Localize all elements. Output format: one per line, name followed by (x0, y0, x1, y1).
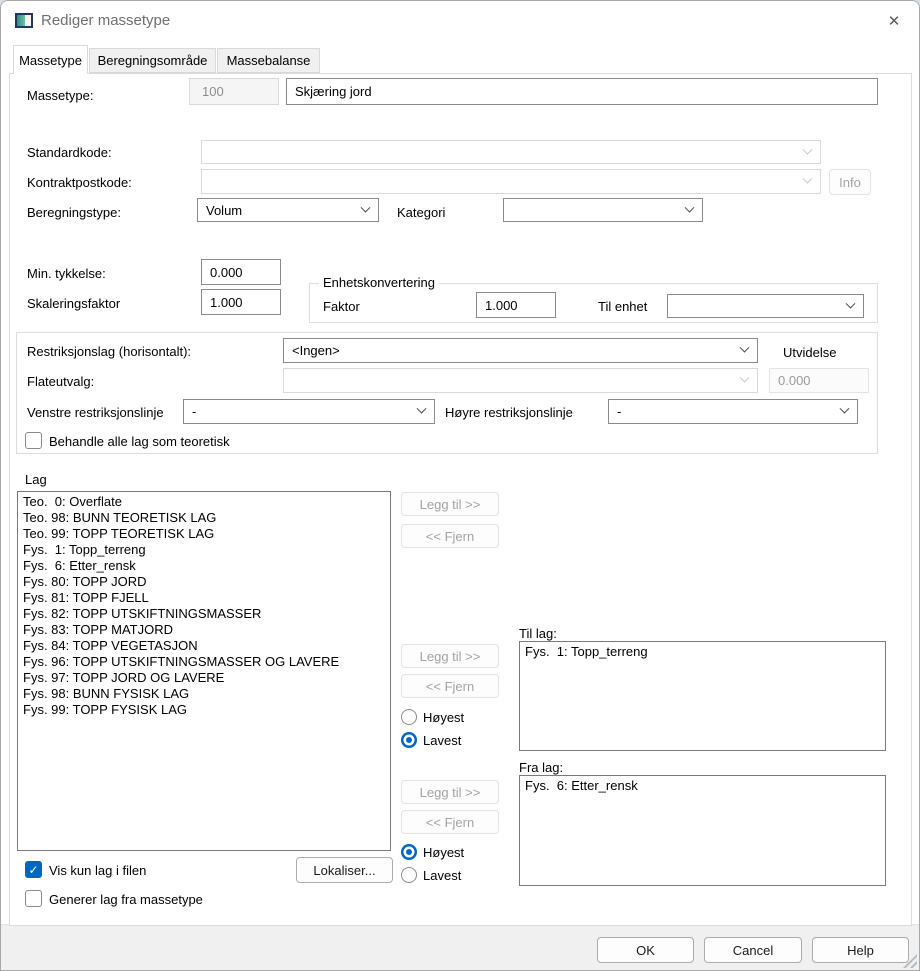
til-enhet-label: Til enhet (598, 299, 647, 315)
list-item[interactable]: Fys. 83: TOPP MATJORD (18, 622, 390, 638)
list-item[interactable]: Fys. 84: TOPP VEGETASJON (18, 638, 390, 654)
tab-beregningsomrade[interactable]: Beregningsområde (89, 48, 216, 73)
generer-lag-checkbox[interactable] (25, 890, 42, 907)
list-item[interactable]: Fys. 1: Topp_terreng (520, 644, 885, 660)
massetype-name-field[interactable]: Skjæring jord (286, 78, 878, 105)
tab-massetype[interactable]: Massetype (13, 45, 88, 74)
list-item[interactable]: Teo. 98: BUNN TEORETISK LAG (18, 510, 390, 526)
chevron-down-icon (685, 202, 695, 212)
vis-kun-lag-checkbox[interactable]: ✓ (25, 861, 42, 878)
legg-til-button-fralag: Legg til >> (401, 780, 499, 804)
list-item[interactable]: Fys. 99: TOPP FYSISK LAG (18, 702, 390, 718)
list-item[interactable]: Teo. 0: Overflate (18, 494, 390, 510)
massetype-code-field: 100 (189, 78, 279, 105)
list-item[interactable]: Fys. 82: TOPP UTSKIFTNINGSMASSER (18, 606, 390, 622)
chevron-down-icon (361, 202, 371, 212)
beregningstype-label: Beregningstype: (27, 205, 121, 221)
fjern-button-fralag: << Fjern (401, 810, 499, 834)
chevron-down-icon (740, 373, 750, 383)
list-item[interactable]: Fys. 6: Etter_rensk (18, 558, 390, 574)
fralag-lavest-label[interactable]: Lavest (423, 868, 461, 884)
faktor-field[interactable]: 1.000 (476, 292, 556, 318)
standardkode-label: Standardkode: (27, 145, 112, 161)
close-icon[interactable]: ✕ (877, 7, 911, 35)
skaleringsfaktor-field[interactable]: 1.000 (201, 289, 281, 315)
lag-title: Lag (25, 472, 47, 488)
til-lag-label: Til lag: (519, 626, 557, 642)
venstre-restriksjonslinje-combo[interactable]: - (183, 399, 435, 424)
list-item[interactable]: Fys. 6: Etter_rensk (520, 778, 885, 794)
kategori-combo[interactable] (503, 198, 703, 222)
min-tykkelse-field[interactable]: 0.000 (201, 259, 281, 285)
til-lag-listbox[interactable]: Fys. 1: Topp_terreng (519, 641, 886, 751)
info-button: Info (829, 169, 871, 195)
tillag-lavest-label[interactable]: Lavest (423, 733, 461, 749)
tab-massebalanse[interactable]: Massebalanse (217, 48, 320, 73)
list-item[interactable]: Fys. 1: Topp_terreng (18, 542, 390, 558)
hoyre-restriksjonslinje-combo[interactable]: - (608, 399, 858, 424)
chevron-down-icon (740, 343, 750, 353)
kontraktpostkode-label: Kontraktpostkode: (27, 175, 132, 191)
hoyre-restriksjonslinje-label: Høyre restriksjonslinje (445, 405, 573, 421)
fjern-button-top: << Fjern (401, 524, 499, 548)
behandle-teoretisk-label[interactable]: Behandle alle lag som teoretisk (49, 434, 230, 450)
chevron-down-icon (803, 144, 813, 154)
dialog-title: Rediger massetype (41, 1, 170, 41)
vis-kun-lag-label[interactable]: Vis kun lag i filen (49, 863, 146, 879)
chevron-down-icon (417, 404, 427, 414)
venstre-restriksjonslinje-value: - (192, 404, 196, 419)
lokaliser-button[interactable]: Lokaliser... (296, 857, 393, 883)
beregningstype-combo[interactable]: Volum (197, 198, 379, 222)
list-item[interactable]: Fys. 80: TOPP JORD (18, 574, 390, 590)
lag-listbox[interactable]: Teo. 0: OverflateTeo. 98: BUNN TEORETISK… (17, 491, 391, 851)
flateutvalg-combo (283, 368, 758, 393)
tillag-lavest-radio[interactable] (401, 732, 417, 748)
list-item[interactable]: Teo. 99: TOPP TEORETISK LAG (18, 526, 390, 542)
fralag-lavest-radio[interactable] (401, 867, 417, 883)
utvidelse-field: 0.000 (769, 368, 869, 393)
ok-button[interactable]: OK (597, 937, 694, 963)
check-icon: ✓ (28, 863, 38, 877)
generer-lag-label[interactable]: Generer lag fra massetype (49, 892, 203, 908)
edit-massetype-dialog: Rediger massetype ✕ Massetype Beregnings… (0, 0, 920, 971)
min-tykkelse-label: Min. tykkelse: (27, 266, 106, 282)
behandle-teoretisk-checkbox[interactable] (25, 432, 42, 449)
flateutvalg-label: Flateutvalg: (27, 374, 94, 390)
chevron-down-icon (803, 174, 813, 184)
fralag-hoyest-label[interactable]: Høyest (423, 845, 464, 861)
fra-lag-listbox[interactable]: Fys. 6: Etter_rensk (519, 775, 886, 886)
massetype-label: Massetype: (27, 88, 93, 104)
tillag-hoyest-radio[interactable] (401, 709, 417, 725)
title-bar: Rediger massetype ✕ (1, 1, 919, 41)
chevron-down-icon (840, 404, 850, 414)
list-item[interactable]: Fys. 97: TOPP JORD OG LAVERE (18, 670, 390, 686)
standardkode-combo (201, 140, 821, 164)
enhetskonvertering-group-title: Enhetskonvertering (319, 275, 439, 291)
restriksjonslag-combo[interactable]: <Ingen> (283, 338, 758, 363)
hoyre-restriksjonslinje-value: - (617, 404, 621, 419)
kontraktpostkode-combo (201, 169, 821, 194)
venstre-restriksjonslinje-label: Venstre restriksjonslinje (27, 405, 164, 421)
beregningstype-value: Volum (206, 203, 242, 218)
fjern-button-tillag: << Fjern (401, 674, 499, 698)
legg-til-button-tillag: Legg til >> (401, 644, 499, 668)
app-window-icon (15, 13, 33, 28)
kategori-label: Kategori (397, 205, 445, 221)
chevron-down-icon (846, 298, 856, 308)
faktor-label: Faktor (323, 299, 360, 315)
legg-til-button-top: Legg til >> (401, 492, 499, 516)
fralag-hoyest-radio[interactable] (401, 844, 417, 860)
fra-lag-label: Fra lag: (519, 760, 563, 776)
utvidelse-label: Utvidelse (783, 345, 836, 361)
restriksjonslag-label: Restriksjonslag (horisontalt): (27, 344, 191, 360)
tillag-hoyest-label[interactable]: Høyest (423, 710, 464, 726)
list-item[interactable]: Fys. 96: TOPP UTSKIFTNINGSMASSER OG LAVE… (18, 654, 390, 670)
cancel-button[interactable]: Cancel (704, 937, 802, 963)
restriksjonslag-value: <Ingen> (292, 343, 340, 358)
list-item[interactable]: Fys. 81: TOPP FJELL (18, 590, 390, 606)
skaleringsfaktor-label: Skaleringsfaktor (27, 296, 120, 312)
list-item[interactable]: Fys. 98: BUNN FYSISK LAG (18, 686, 390, 702)
help-button[interactable]: Help (812, 937, 909, 963)
til-enhet-combo[interactable] (667, 294, 864, 318)
